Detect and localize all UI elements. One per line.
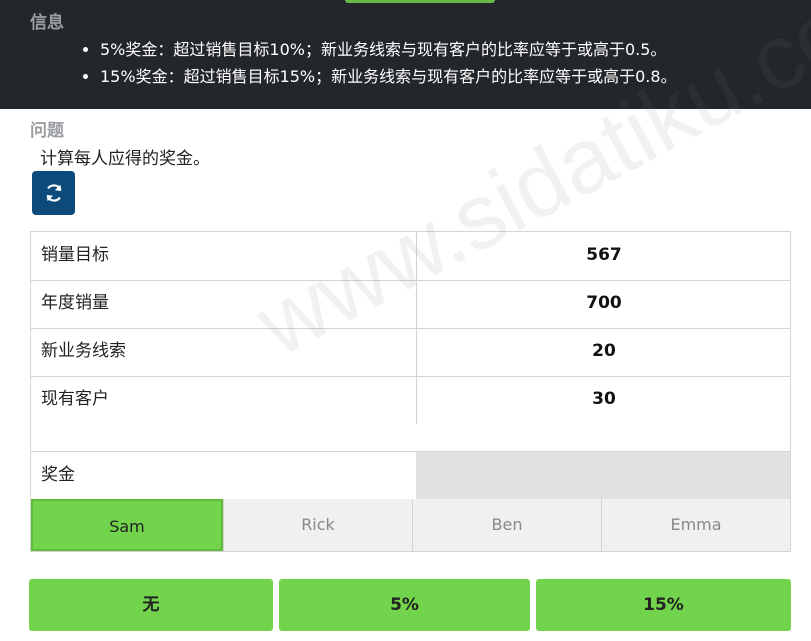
info-bullets: 5%奖金：超过销售目标10%；新业务线索与现有客户的比率应等于或高于0.5。 1…: [80, 36, 677, 90]
data-table: 销量目标 567 年度销量 700 新业务线索 20 现有客户 30 奖金 Sa…: [30, 231, 791, 552]
person-tabs: Sam Rick Ben Emma: [31, 499, 790, 551]
info-bullet: 15%奖金：超过销售目标15%；新业务线索与现有客户的比率应等于或高于0.8。: [100, 63, 677, 90]
answer-choices: 无 5% 15%: [29, 579, 791, 631]
info-panel: 信息 5%奖金：超过销售目标10%；新业务线索与现有客户的比率应等于或高于0.5…: [0, 0, 811, 109]
choice-15-percent-button[interactable]: 15%: [536, 579, 791, 631]
tab-rick[interactable]: Rick: [223, 499, 412, 551]
row-label: 现有客户: [41, 389, 109, 409]
info-bullet: 5%奖金：超过销售目标10%；新业务线索与现有客户的比率应等于或高于0.5。: [100, 36, 677, 63]
choice-5-percent-button[interactable]: 5%: [279, 579, 530, 631]
row-value: 30: [416, 376, 791, 424]
row-label: 新业务线索: [41, 341, 126, 361]
bonus-label: 奖金: [41, 465, 75, 485]
table-row: 年度销量 700: [31, 280, 790, 329]
row-label: 销量目标: [41, 245, 109, 265]
choice-none-button[interactable]: 无: [29, 579, 273, 631]
tab-sam[interactable]: Sam: [31, 499, 223, 551]
top-indicator: [345, 0, 495, 3]
question-header: 问题: [30, 121, 64, 141]
row-value: 700: [416, 280, 791, 328]
info-header: 信息: [30, 13, 64, 33]
bonus-row: 奖金: [31, 451, 790, 501]
row-label: 年度销量: [41, 293, 109, 313]
tab-emma[interactable]: Emma: [601, 499, 790, 551]
row-value: 567: [416, 232, 791, 280]
question-text: 计算每人应得的奖金。: [40, 149, 210, 169]
table-row: 新业务线索 20: [31, 328, 790, 377]
table-row: 销量目标 567: [31, 232, 790, 281]
table-row: 现有客户 30: [31, 376, 790, 424]
refresh-icon: [46, 184, 61, 202]
row-value: 20: [416, 328, 791, 376]
tab-ben[interactable]: Ben: [412, 499, 601, 551]
bonus-drop-slot[interactable]: [416, 452, 790, 500]
reset-button[interactable]: [32, 171, 75, 215]
